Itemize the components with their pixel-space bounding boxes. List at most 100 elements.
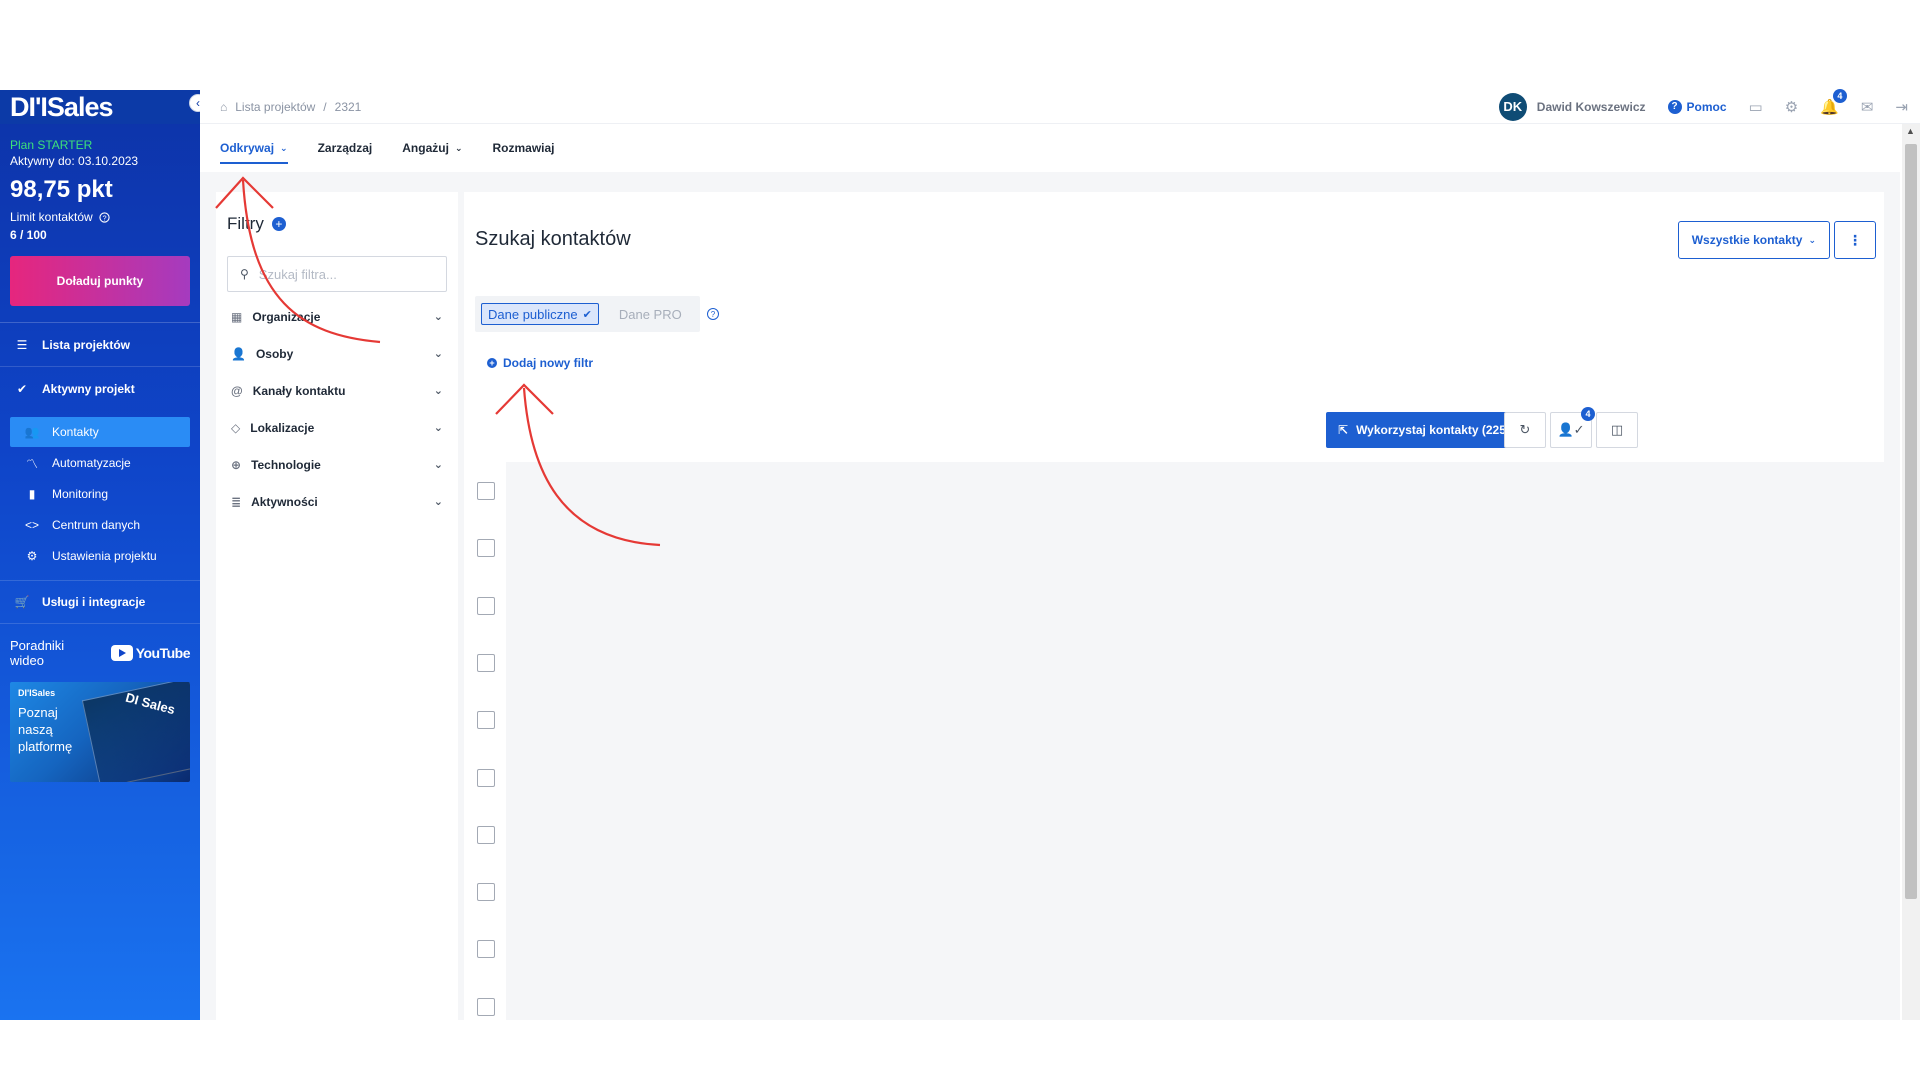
sidebar-item-automatyzacje[interactable]: 〽 Automatyzacje	[10, 448, 190, 478]
filter-category-label: Technologie	[251, 457, 321, 472]
breadcrumb: ⌂ Lista projektów / 2321	[200, 100, 361, 114]
content-area: Filtry + ⚲ Szukaj filtra... ▦ Organizacj…	[200, 172, 1900, 1020]
avatar[interactable]: DK	[1498, 92, 1527, 121]
public-data-toggle[interactable]: Dane publiczne ✔	[481, 303, 599, 325]
youtube-logo[interactable]: YouTube	[110, 645, 191, 661]
page-scrollbar[interactable]: ▲	[1902, 124, 1920, 1020]
promo-text: Poznaj naszą platformę	[18, 705, 73, 754]
row-checkbox[interactable]	[477, 539, 495, 558]
projects-list-label: Lista projektów	[42, 337, 131, 352]
mail-icon[interactable]: ✉	[1861, 98, 1874, 116]
tab-angazuj[interactable]: Angażuj ⌄	[402, 124, 462, 172]
video-guides[interactable]: Poradniki wideo YouTube	[0, 624, 200, 678]
tab-label: Rozmawiaj	[492, 141, 555, 155]
add-filter-icon[interactable]: +	[271, 217, 286, 231]
sidebar-item-label: Kontakty	[52, 425, 99, 439]
help-link[interactable]: ? Pomoc	[1667, 99, 1727, 114]
building-icon: ▦	[231, 309, 243, 324]
contact-limit-label: Limit kontaktów	[10, 210, 93, 224]
globe-icon: ⊕	[231, 457, 242, 472]
add-new-filter-button[interactable]: + Dodaj nowy filtr	[487, 356, 593, 370]
row-checkbox[interactable]	[477, 883, 495, 902]
logo-bar: DI'ISales ‹	[0, 90, 207, 124]
row-checkbox[interactable]	[477, 596, 495, 615]
points-balance: 98,75 pkt	[10, 176, 113, 203]
row-checkbox[interactable]	[477, 711, 495, 730]
chevron-down-icon: ⌄	[433, 459, 443, 471]
plan-info: Plan STARTER Aktywny do: 03.10.2023 98,7…	[0, 124, 200, 242]
filter-category-technologie[interactable]: ⊕ Technologie ⌄	[227, 446, 447, 483]
project-menu: 👥 Kontakty 〽 Automatyzacje ▮ Monitoring …	[0, 411, 200, 580]
topup-points-button[interactable]: Doładuj punkty	[10, 256, 190, 306]
person-icon: 👤	[231, 346, 246, 361]
public-data-label: Dane publiczne	[488, 306, 578, 322]
filter-category-kanaly[interactable]: @ Kanały kontaktu ⌄	[227, 372, 447, 409]
scroll-thumb[interactable]	[1905, 144, 1917, 899]
all-contacts-dropdown[interactable]: Wszystkie kontakty ⌄	[1677, 221, 1830, 259]
breadcrumb-item[interactable]: Lista projektów	[235, 100, 315, 114]
results-table	[464, 462, 1884, 1020]
logo[interactable]: DI'ISales	[10, 92, 113, 123]
chevron-down-icon: ⌄	[433, 385, 443, 397]
tab-rozmawiaj[interactable]: Rozmawiaj	[492, 124, 554, 172]
list-icon: ☰	[16, 337, 28, 352]
services-link[interactable]: 🛒 Usługi i integracje	[0, 580, 200, 624]
row-checkbox[interactable]	[477, 653, 495, 672]
app-root: DI'ISales ‹ Plan STARTER Aktywny do: 03.…	[0, 88, 1920, 1020]
gear-icon[interactable]: ⚙	[1785, 98, 1798, 116]
assign-badge: 4	[1581, 407, 1595, 421]
filter-category-label: Osoby	[255, 346, 294, 361]
help-icon: ?	[1667, 99, 1682, 114]
filter-category-osoby[interactable]: 👤 Osoby ⌄	[227, 335, 447, 372]
bell-icon[interactable]: 🔔 4	[1820, 88, 1847, 116]
search-icon: ⚲	[240, 267, 249, 281]
sidebar-item-monitoring[interactable]: ▮ Monitoring	[10, 479, 190, 509]
main-tabs: Odkrywaj ⌄ Zarządzaj Angażuj ⌄ Rozmawiaj	[200, 124, 1920, 172]
sidebar-item-centrum-danych[interactable]: <> Centrum danych	[10, 510, 190, 540]
sidebar-item-kontakty[interactable]: 👥 Kontakty	[10, 417, 190, 447]
active-project-header[interactable]: ✔ Aktywny projekt	[0, 367, 200, 411]
scroll-up-arrow[interactable]: ▲	[1906, 126, 1915, 136]
tab-odkrywaj[interactable]: Odkrywaj ⌄	[220, 124, 288, 172]
breadcrumb-item[interactable]: 2321	[335, 100, 362, 114]
user-menu[interactable]: DK Dawid Kowszewicz	[1498, 92, 1646, 121]
filter-search-input[interactable]: ⚲ Szukaj filtra...	[227, 256, 447, 292]
tab-label: Angażuj	[402, 141, 449, 155]
row-checkbox[interactable]	[477, 997, 495, 1016]
pro-data-toggle[interactable]: Dane PRO	[607, 303, 694, 325]
question-icon[interactable]: ?	[99, 211, 110, 223]
plan-active-until: Aktywny do: 03.10.2023	[10, 154, 139, 168]
sidebar-item-label: Automatyzacje	[52, 456, 131, 470]
all-contacts-label: Wszystkie kontakty	[1691, 233, 1803, 247]
promo-banner[interactable]: DI Sales DI'ISales Poznaj naszą platform…	[10, 682, 190, 782]
filter-category-lokalizacje[interactable]: ◇ Lokalizacje ⌄	[227, 409, 447, 446]
question-icon[interactable]: ?	[707, 308, 719, 320]
users-icon: 👥	[24, 425, 40, 439]
filter-category-label: Organizacje	[252, 309, 321, 324]
sidebar-item-ustawienia[interactable]: ⚙ Ustawienia projektu	[10, 541, 190, 571]
sidebar-item-label: Monitoring	[52, 487, 109, 501]
home-icon[interactable]: ⌂	[220, 100, 227, 114]
services-label: Usługi i integracje	[42, 595, 146, 609]
projects-list-link[interactable]: ☰ Lista projektów	[0, 323, 200, 367]
credit-card-icon[interactable]: ▭	[1749, 98, 1763, 116]
youtube-play-icon	[110, 645, 133, 661]
refresh-button[interactable]: ↻	[1504, 412, 1546, 448]
check-icon: ✔	[16, 382, 28, 396]
chevron-down-icon: ⌄	[280, 142, 288, 153]
tab-zarzadzaj[interactable]: Zarządzaj	[318, 124, 373, 172]
row-checkbox[interactable]	[477, 768, 495, 787]
svg-text:?: ?	[102, 213, 106, 222]
filter-category-label: Kanały kontaktu	[252, 383, 346, 398]
chevron-down-icon: ⌄	[433, 422, 443, 434]
columns-button[interactable]: ◫	[1596, 412, 1638, 448]
row-checkbox[interactable]	[477, 482, 495, 500]
assign-contacts-button[interactable]: 👤✓ 4	[1550, 407, 1595, 448]
filter-category-aktywnosci[interactable]: ≣ Aktywności ⌄	[227, 483, 447, 520]
logout-icon[interactable]: ⇥	[1895, 98, 1908, 116]
video-guides-label: Poradniki wideo	[10, 638, 65, 668]
more-options-button[interactable]: ⋮	[1834, 221, 1876, 259]
row-checkbox[interactable]	[477, 940, 495, 959]
filter-category-organizacje[interactable]: ▦ Organizacje ⌄	[227, 298, 447, 335]
row-checkbox[interactable]	[477, 825, 495, 844]
